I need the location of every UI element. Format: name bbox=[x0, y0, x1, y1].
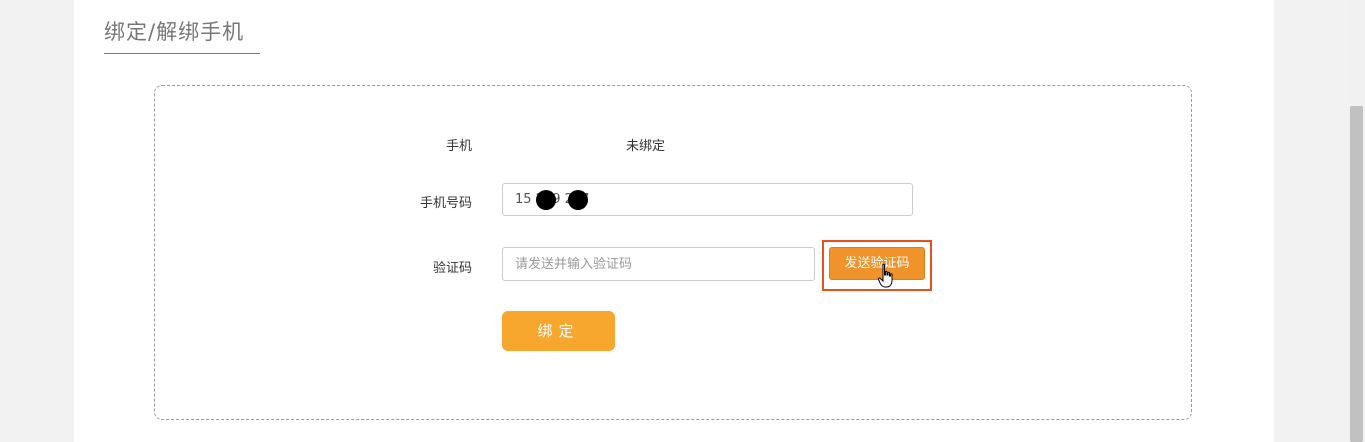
redaction-mask bbox=[568, 190, 588, 210]
code-label: 验证码 bbox=[432, 261, 472, 276]
phone-number-input[interactable] bbox=[502, 183, 913, 216]
phone-label: 手机 bbox=[445, 139, 472, 154]
redaction-mask bbox=[536, 190, 556, 210]
scrollbar-thumb[interactable] bbox=[1350, 106, 1363, 442]
phone-number-label: 手机号码 bbox=[419, 196, 472, 211]
verification-code-input[interactable] bbox=[502, 247, 815, 281]
page-title: 绑定/解绑手机 bbox=[104, 20, 245, 44]
phone-status: 未绑定 bbox=[626, 139, 666, 154]
bind-button[interactable]: 绑定 bbox=[502, 311, 615, 351]
hand-pointer-icon bbox=[877, 263, 897, 289]
vertical-scrollbar[interactable] bbox=[1348, 0, 1365, 442]
title-underline bbox=[104, 53, 260, 54]
page-panel: 绑定/解绑手机 手机 未绑定 手机号码 验证码 发送验证码 绑定 bbox=[74, 0, 1274, 442]
